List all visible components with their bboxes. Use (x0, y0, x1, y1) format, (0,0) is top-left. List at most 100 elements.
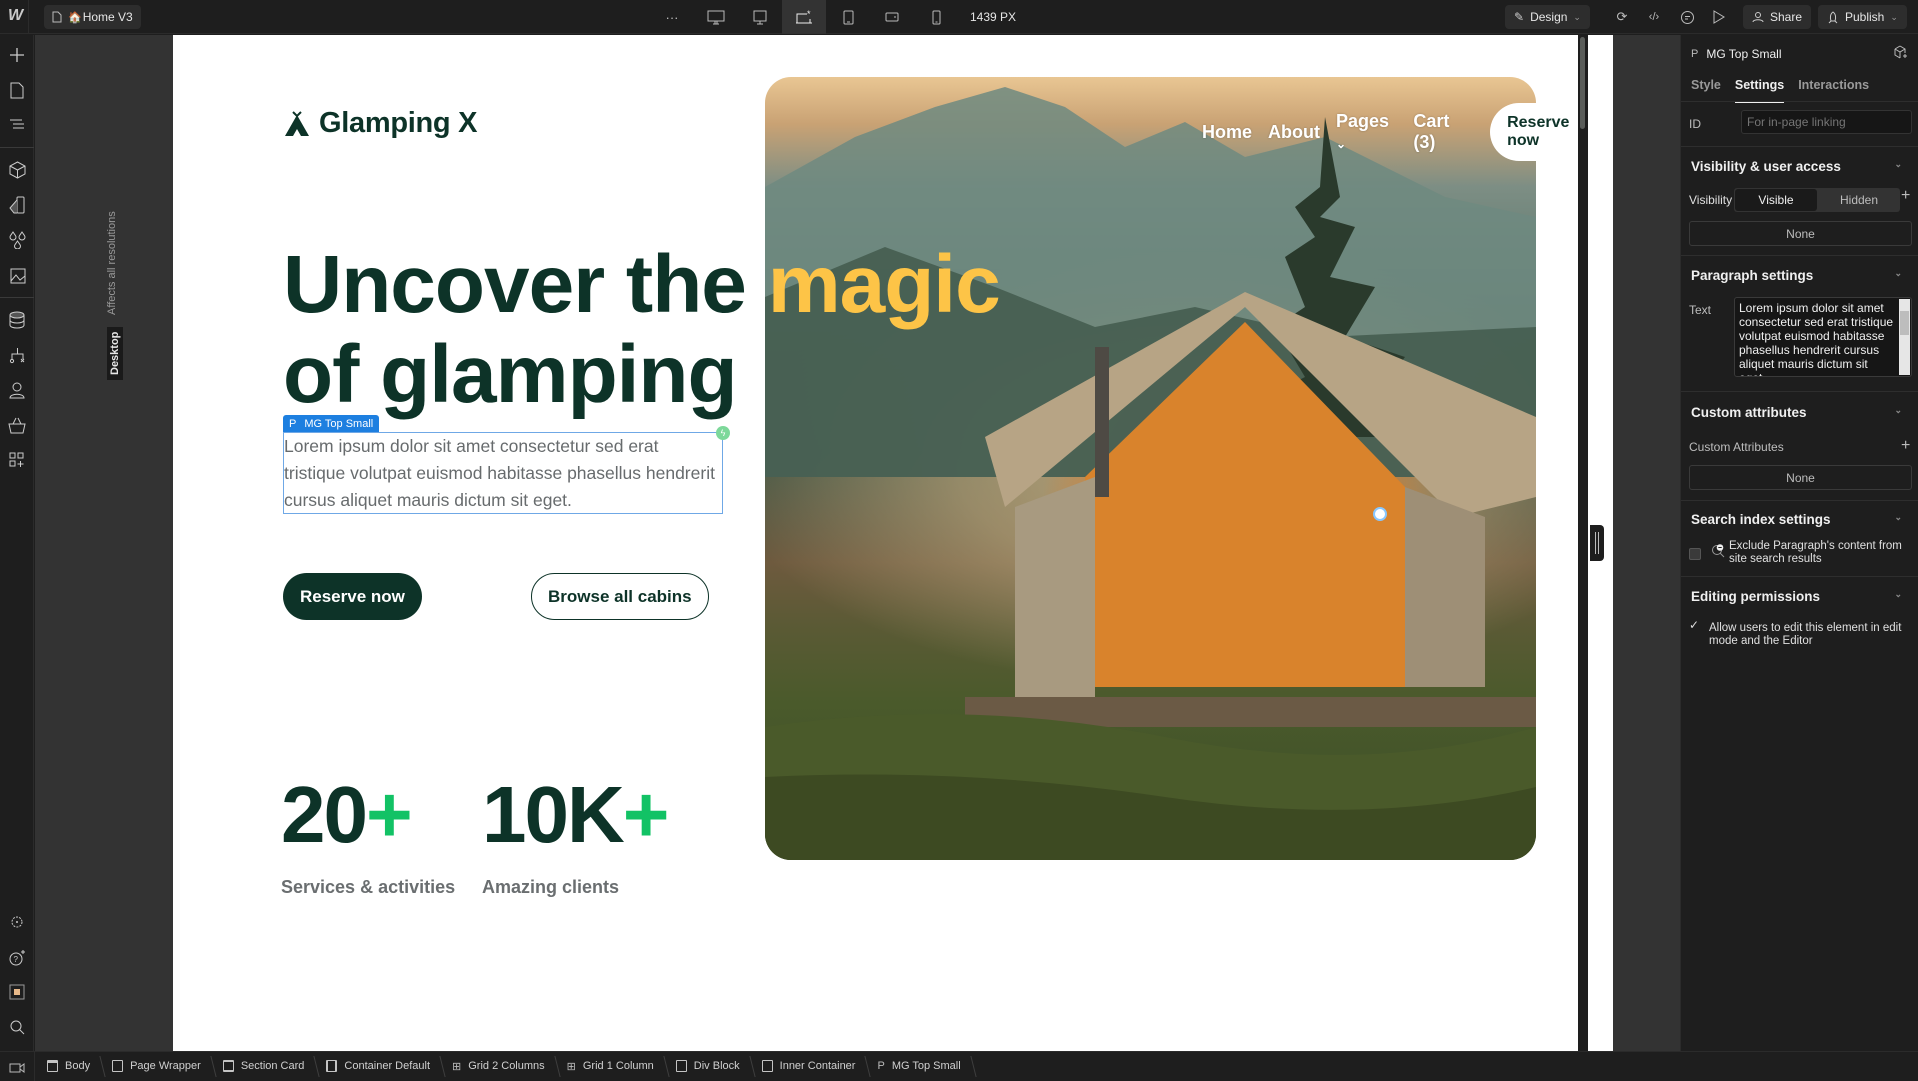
stat-value: 10K+ (482, 775, 669, 855)
sync-button[interactable]: ⟳ (1609, 5, 1635, 29)
textarea-scrollbar[interactable] (1899, 299, 1910, 375)
share-button[interactable]: Share (1743, 5, 1812, 29)
video-tutorials-icon[interactable] (0, 1051, 35, 1081)
cms-button[interactable] (0, 305, 34, 335)
desktop-base-icon: * (796, 10, 812, 23)
chevron-down-icon: ⌄ (1336, 137, 1347, 151)
section-title: Visibility & user access (1691, 159, 1841, 174)
breadcrumb-label: Grid 1 Column (582, 1060, 654, 1072)
droplets-icon (8, 231, 26, 249)
visibility-conditions[interactable]: None (1689, 221, 1912, 246)
breadcrumb-grid-1-column[interactable]: ⊞ Grid 1 Column (555, 1052, 664, 1081)
breadcrumb-body[interactable]: Body (35, 1052, 100, 1081)
visibility-visible-option[interactable]: Visible (1735, 189, 1817, 211)
tab-style[interactable]: Style (1691, 78, 1721, 103)
breadcrumb-grid-2-columns[interactable]: ⊞ Grid 2 Columns (440, 1052, 555, 1081)
preview-button[interactable] (1706, 5, 1732, 29)
visibility-hidden-option[interactable]: Hidden (1818, 188, 1900, 212)
editing-permissions-header[interactable]: Editing permissions ⌄ (1691, 589, 1908, 604)
page-selector[interactable]: 🏠 Home V3 (44, 5, 141, 29)
browse-cabins-button[interactable]: Browse all cabins (531, 573, 709, 620)
nav-reserve-button[interactable]: Reserve now (1490, 103, 1613, 161)
visibility-section-header[interactable]: Visibility & user access ⌄ (1691, 159, 1908, 174)
nav-link-about[interactable]: About (1268, 122, 1320, 143)
logic-button[interactable] (0, 340, 34, 370)
add-visibility-condition-button[interactable]: + (1901, 187, 1910, 205)
search-button[interactable] (0, 1012, 34, 1042)
desktop-icon (753, 10, 767, 24)
rocket-icon (1828, 10, 1838, 23)
component-add-icon (1894, 45, 1907, 59)
custom-attributes-label: Custom Attributes (1689, 440, 1784, 454)
webflow-logo-icon[interactable]: W (8, 7, 30, 27)
flow-icon (9, 347, 24, 363)
hero-paragraph[interactable]: Lorem ipsum dolor sit amet consectetur s… (284, 433, 724, 514)
publish-label: Publish (1845, 10, 1885, 24)
pages-button[interactable] (0, 75, 34, 105)
tab-settings[interactable]: Settings (1734, 78, 1785, 103)
breadcrumb-mg-top-small[interactable]: P MG Top Small (865, 1052, 970, 1081)
nav-link-cart[interactable]: Cart (3) (1413, 111, 1470, 153)
breakpoint-landscape-button[interactable] (870, 0, 914, 34)
design-canvas[interactable]: Glamping X Home About Pages ⌄ Cart (3) R… (173, 35, 1613, 1051)
tab-interactions[interactable]: Interactions (1798, 78, 1869, 103)
heading-part-2: of glamping (283, 329, 738, 420)
breadcrumb-page-wrapper[interactable]: Page Wrapper (100, 1052, 211, 1081)
desktop-large-icon (707, 10, 725, 24)
breadcrumb-inner-container[interactable]: Inner Container (750, 1052, 866, 1081)
breakpoint-portrait-button[interactable] (914, 0, 958, 34)
breakpoint-desktop-button[interactable]: * (782, 0, 826, 34)
site-logo[interactable]: Glamping X (283, 107, 477, 140)
paragraph-icon: P (289, 417, 297, 430)
code-button[interactable]: ‹/› (1641, 5, 1667, 29)
more-options-button[interactable]: ··· (650, 0, 694, 34)
navigator-icon (10, 119, 24, 129)
create-component-button[interactable] (1894, 45, 1908, 62)
paragraph-settings-header[interactable]: Paragraph settings ⌄ (1691, 268, 1908, 283)
ai-assistant-handle[interactable]: ϟ (716, 426, 730, 440)
scrollbar-thumb[interactable] (1580, 37, 1585, 129)
audit-button[interactable] (0, 977, 34, 1007)
styles-button[interactable] (0, 225, 34, 255)
navigator-button[interactable] (0, 110, 34, 140)
custom-attributes-list[interactable]: None (1689, 465, 1912, 490)
publish-button[interactable]: Publish ⌄ (1818, 5, 1907, 29)
id-input[interactable] (1741, 110, 1912, 134)
breadcrumb-container-default[interactable]: Container Default (314, 1052, 440, 1081)
components-button[interactable] (0, 155, 34, 185)
divider (0, 297, 34, 298)
exclude-search-checkbox[interactable] (1689, 548, 1701, 560)
allow-edit-checkbox[interactable]: ✓ (1689, 618, 1699, 632)
hero-heading[interactable]: Uncover the magic of glamping (283, 240, 1001, 420)
text-content-field[interactable]: Lorem ipsum dolor sit amet consectetur s… (1734, 297, 1912, 377)
breadcrumb-section-card[interactable]: Section Card (211, 1052, 315, 1081)
users-button[interactable] (0, 375, 34, 405)
add-custom-attribute-button[interactable]: + (1901, 437, 1910, 455)
nav-link-home[interactable]: Home (1202, 122, 1252, 143)
mobile-landscape-icon (885, 12, 899, 22)
selected-element-tag[interactable]: P MG Top Small (283, 415, 380, 432)
canvas-resize-handle[interactable] (1590, 525, 1604, 561)
canvas-scrollbar[interactable] (1578, 35, 1588, 1051)
nav-link-pages[interactable]: Pages ⌄ (1336, 111, 1397, 153)
breakpoint-xl-button[interactable] (738, 0, 782, 34)
ecommerce-button[interactable] (0, 410, 34, 440)
assets-button[interactable] (0, 260, 34, 290)
apps-button[interactable] (0, 445, 34, 475)
settings-button[interactable] (0, 907, 34, 937)
add-elements-button[interactable] (0, 40, 34, 70)
home-icon: 🏠 (68, 11, 82, 24)
design-mode-dropdown[interactable]: ✎ Design ⌄ (1505, 5, 1590, 29)
variables-button[interactable] (0, 190, 34, 220)
breadcrumb-div-block[interactable]: Div Block (664, 1052, 750, 1081)
breakpoint-tablet-button[interactable] (826, 0, 870, 34)
breakpoint-xxl-button[interactable] (694, 0, 738, 34)
search-index-header[interactable]: Search index settings ⌄ (1691, 512, 1908, 527)
hero-image-glamping-tent[interactable] (765, 77, 1536, 860)
breadcrumb-label: Inner Container (779, 1060, 856, 1072)
comments-button[interactable] (1674, 5, 1700, 29)
scrollbar-thumb[interactable] (1900, 311, 1909, 335)
custom-attributes-header[interactable]: Custom attributes ⌄ (1691, 405, 1908, 420)
reserve-now-button[interactable]: Reserve now (283, 573, 422, 620)
help-button[interactable]: ? (0, 942, 34, 972)
